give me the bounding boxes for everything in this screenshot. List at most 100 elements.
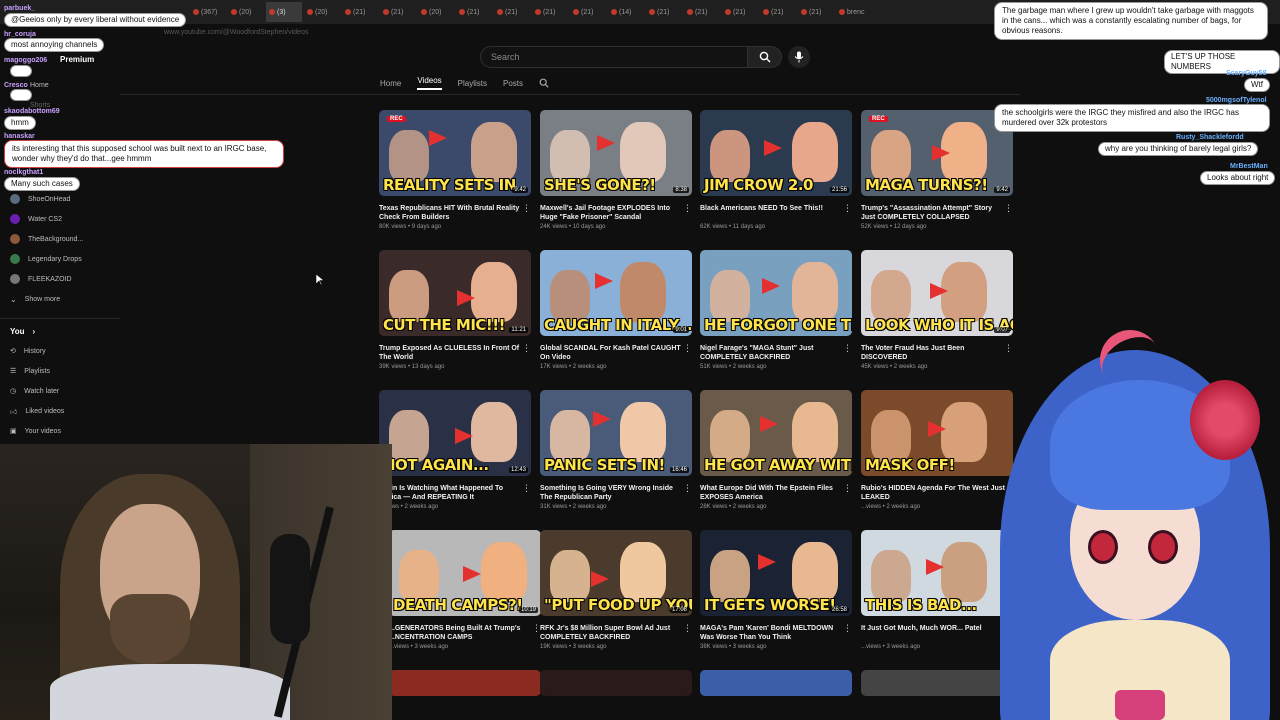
- browser-tab[interactable]: (21): [380, 2, 416, 22]
- chat-message: The garbage man where I grew up wouldn't…: [994, 2, 1268, 40]
- video-card[interactable]: NOT AGAIN... 12:43 ...tain Is Watching Wha…: [379, 390, 531, 510]
- video-title[interactable]: Trump Exposed As CLUELESS In Front Of Th…: [379, 344, 523, 362]
- more-options-icon[interactable]: ⋮: [843, 203, 852, 214]
- browser-tab[interactable]: (21): [456, 2, 492, 22]
- search-button[interactable]: [748, 46, 782, 68]
- browser-tab[interactable]: (20): [304, 2, 340, 22]
- video-card[interactable]: REC REALITY SETS IN 9:42 Texas Republicans …: [379, 110, 531, 230]
- more-options-icon[interactable]: ⋮: [683, 343, 692, 354]
- tab-posts[interactable]: Posts: [503, 79, 523, 88]
- more-options-icon[interactable]: ⋮: [843, 483, 852, 494]
- sidebar-item-playlists[interactable]: ☰ Playlists: [10, 364, 50, 378]
- more-options-icon[interactable]: ⋮: [522, 203, 531, 214]
- video-title[interactable]: Maxwell's Jail Footage EXPLODES Into Hug…: [540, 204, 684, 222]
- video-title[interactable]: Global SCANDAL For Kash Patel CAUGHT On …: [540, 344, 684, 362]
- more-options-icon[interactable]: ⋮: [683, 203, 692, 214]
- video-card[interactable]: DEATH CAMPS?! 10:19 ...GENERATORS Being Bu…: [389, 530, 541, 650]
- video-thumbnail[interactable]: SHE'S GONE?! 8:38: [540, 110, 692, 196]
- tab-playlists[interactable]: Playlists: [458, 79, 487, 88]
- video-thumbnail[interactable]: [700, 670, 852, 696]
- browser-tab[interactable]: (21): [646, 2, 682, 22]
- video-card[interactable]: HE GOT AWAY WITH IT What Europe Did With …: [700, 390, 852, 510]
- video-title[interactable]: Something Is Going VERY Wrong Inside The…: [540, 484, 684, 502]
- video-card[interactable]: JIM CROW 2.0 21:56 Black Americans NEED To…: [700, 110, 852, 230]
- video-thumbnail[interactable]: IT GETS WORSE! 26:58: [700, 530, 852, 616]
- video-title[interactable]: What Europe Did With The Epstein Files E…: [700, 484, 844, 502]
- red-arrow-icon: [760, 416, 778, 432]
- video-card[interactable]: PANIC SETS IN! 16:46 Something Is Going VE…: [540, 390, 692, 510]
- more-options-icon[interactable]: ⋮: [683, 623, 692, 634]
- video-thumbnail[interactable]: CAUGHT IN ITALY... 9:01: [540, 250, 692, 336]
- sidebar-item-home[interactable]: Home: [30, 78, 49, 92]
- more-options-icon[interactable]: ⋮: [843, 343, 852, 354]
- sidebar-item-label: FLEEKAZOID: [28, 275, 72, 283]
- video-thumbnail[interactable]: DEATH CAMPS?! 10:19: [389, 530, 541, 616]
- browser-tab[interactable]: (21): [722, 2, 758, 22]
- sidebar-sub-3[interactable]: TheBackground...: [10, 232, 83, 246]
- video-card[interactable]: "PUT FOOD UP YOUR BUM"17:08 RFK Jr's $8 M…: [540, 530, 692, 650]
- video-title[interactable]: Texas Republicans HIT With Brutal Realit…: [379, 204, 523, 222]
- video-thumbnail[interactable]: REC REALITY SETS IN 9:42: [379, 110, 531, 196]
- browser-tab[interactable]: (367): [190, 2, 226, 22]
- browser-tab[interactable]: (20): [228, 2, 264, 22]
- browser-tab[interactable]: (21): [760, 2, 796, 22]
- video-card[interactable]: REC MAGA TURNS?! 9:42 Trump's "Assassinatio…: [861, 110, 1013, 230]
- thumbnail-caption: DEATH CAMPS?!: [393, 596, 523, 614]
- video-title[interactable]: RFK Jr's $8 Million Super Bowl Ad Just C…: [540, 624, 684, 642]
- browser-tab[interactable]: (3): [266, 2, 302, 22]
- video-card[interactable]: HE FORGOT ONE THING... Nigel Farage's "MA…: [700, 250, 852, 370]
- more-options-icon[interactable]: ⋮: [843, 623, 852, 634]
- video-thumbnail[interactable]: REC MAGA TURNS?! 9:42: [861, 110, 1013, 196]
- sidebar-item-liked-videos[interactable]: 👍︎ Liked videos: [10, 404, 64, 418]
- sidebar-item-watch-later[interactable]: ◷ Watch later: [10, 384, 59, 398]
- video-title[interactable]: ...tain Is Watching What Happened To ...…: [379, 484, 523, 502]
- sidebar-item-your-videos[interactable]: ▣ Your videos: [10, 424, 61, 438]
- browser-tab[interactable]: (21): [494, 2, 530, 22]
- video-thumbnail[interactable]: [540, 670, 692, 696]
- browser-tab[interactable]: (21): [684, 2, 720, 22]
- video-thumbnail[interactable]: PANIC SETS IN! 16:46: [540, 390, 692, 476]
- browser-tab[interactable]: (21): [342, 2, 378, 22]
- video-thumbnail[interactable]: NOT AGAIN... 12:43: [379, 390, 531, 476]
- video-thumbnail[interactable]: JIM CROW 2.0 21:56: [700, 110, 852, 196]
- video-title[interactable]: Trump's "Assassination Attempt" Story Ju…: [861, 204, 1005, 222]
- thumbnail-caption: HE GOT AWAY WITH IT: [704, 456, 852, 474]
- video-thumbnail[interactable]: "PUT FOOD UP YOUR BUM"17:08: [540, 530, 692, 616]
- sidebar-item-history[interactable]: ⟲ History: [10, 344, 46, 358]
- address-bar[interactable]: www.youtube.com/@WoodfordStephen/videos: [120, 26, 980, 40]
- browser-tab[interactable]: (21): [798, 2, 834, 22]
- video-title[interactable]: MAGA's Pam 'Karen' Bondi MELTDOWN Was Wo…: [700, 624, 844, 642]
- voice-search-button[interactable]: [788, 46, 810, 68]
- sidebar-sub-1[interactable]: ShoeOnHead: [10, 192, 70, 206]
- tab-videos[interactable]: Videos: [417, 76, 442, 90]
- browser-tab[interactable]: brenc: [836, 2, 872, 22]
- sidebar-sub-2[interactable]: Water CS2: [10, 212, 62, 226]
- search-input[interactable]: Search: [480, 46, 748, 68]
- sidebar-sub-4[interactable]: Legendary Drops: [10, 252, 82, 266]
- channel-search-icon[interactable]: [539, 78, 549, 88]
- video-card[interactable]: CUT THE MIC!!! 11:21 Trump Exposed As CLUE…: [379, 250, 531, 370]
- browser-tab[interactable]: (14): [608, 2, 644, 22]
- you-section-header[interactable]: You ›: [10, 324, 35, 338]
- video-thumbnail[interactable]: HE GOT AWAY WITH IT: [700, 390, 852, 476]
- video-thumbnail[interactable]: CUT THE MIC!!! 11:21: [379, 250, 531, 336]
- thumbnail-caption: CAUGHT IN ITALY...: [544, 316, 692, 334]
- video-thumbnail[interactable]: [389, 670, 541, 696]
- more-options-icon[interactable]: ⋮: [522, 343, 531, 354]
- tab-home[interactable]: Home: [380, 79, 401, 88]
- browser-tab[interactable]: (21): [532, 2, 568, 22]
- sidebar-sub-5[interactable]: FLEEKAZOID: [10, 272, 72, 286]
- browser-tab[interactable]: (20): [418, 2, 454, 22]
- video-title[interactable]: ...GENERATORS Being Built At Trump's ...…: [389, 624, 533, 642]
- more-options-icon[interactable]: ⋮: [683, 483, 692, 494]
- video-thumbnail[interactable]: HE FORGOT ONE THING...: [700, 250, 852, 336]
- video-card[interactable]: CAUGHT IN ITALY... 9:01 Global SCANDAL For…: [540, 250, 692, 370]
- video-title[interactable]: Nigel Farage's "MAGA Stunt" Just COMPLET…: [700, 344, 844, 362]
- more-options-icon[interactable]: ⋮: [522, 483, 531, 494]
- show-more-button[interactable]: ⌄ Show more: [10, 292, 60, 306]
- video-card[interactable]: IT GETS WORSE! 26:58 MAGA's Pam 'Karen' Bo…: [700, 530, 852, 650]
- browser-tab[interactable]: (21): [570, 2, 606, 22]
- video-title[interactable]: Black Americans NEED To See This!!: [700, 204, 844, 222]
- video-card[interactable]: SHE'S GONE?! 8:38 Maxwell's Jail Footage E…: [540, 110, 692, 230]
- more-options-icon[interactable]: ⋮: [1004, 203, 1013, 214]
